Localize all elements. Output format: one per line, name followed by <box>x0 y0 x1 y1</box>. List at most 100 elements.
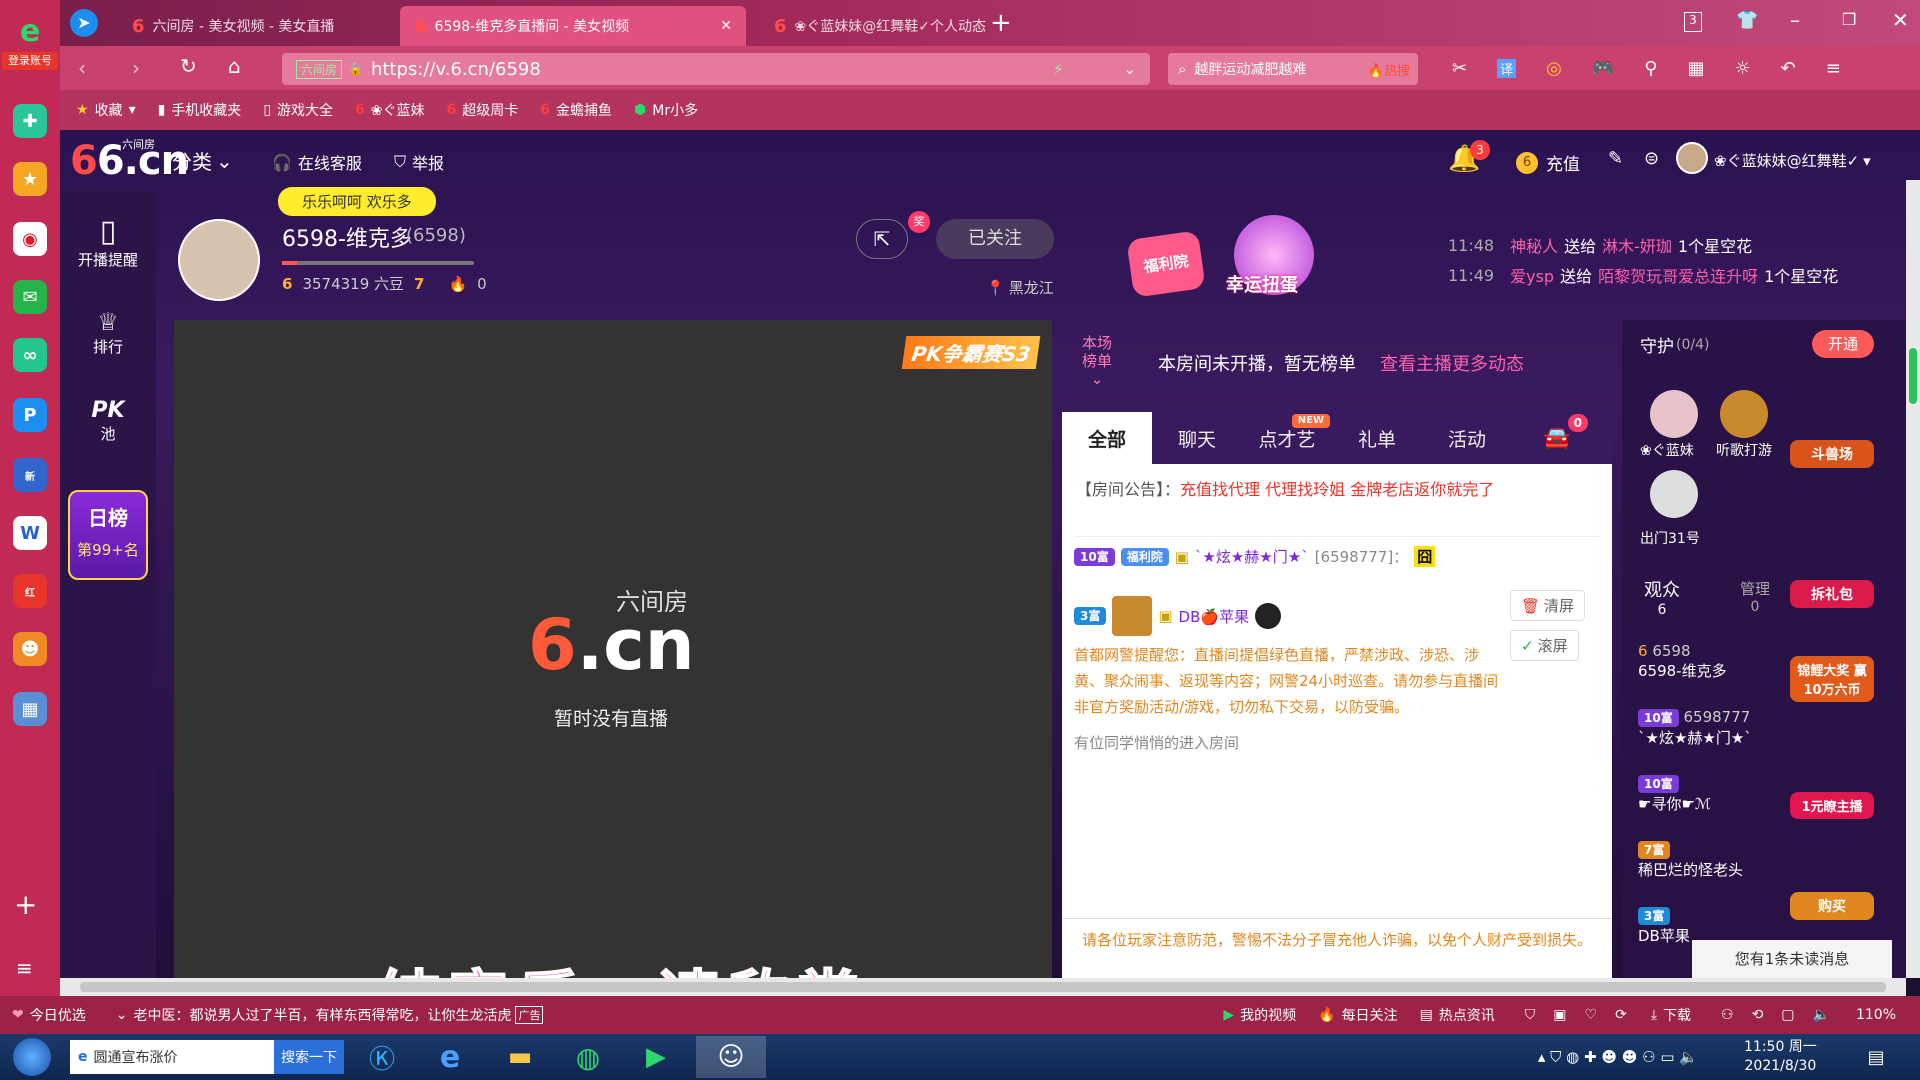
tab-room-6598[interactable]: 6 6598-维克多直播间 - 美女视频 ✕ <box>400 6 746 46</box>
video-player[interactable]: PK争霸赛S3 6.cn 六间房 暂时没有直播 <box>174 320 1052 978</box>
home-icon[interactable]: ⌂ <box>228 54 241 78</box>
guard-avatar[interactable] <box>1650 470 1698 518</box>
my-video-link[interactable]: 我的视频 <box>1240 1005 1296 1025</box>
service-link[interactable]: 🎧 在线客服 <box>272 150 362 174</box>
bookmark-fishing[interactable]: 6 金蟾捕鱼 <box>540 100 612 120</box>
follow-button[interactable]: 已关注 <box>936 219 1054 259</box>
refresh-icon[interactable]: ↻ <box>180 54 197 78</box>
taskbar-search-field[interactable]: e 圆通宣布涨价 <box>70 1040 274 1074</box>
active-app-icon[interactable]: ☺ <box>696 1036 766 1078</box>
browser-home-icon[interactable]: ➤ <box>70 9 98 37</box>
scroll-thumb[interactable] <box>1909 348 1917 404</box>
clear-screen-button[interactable]: 🗑 清屏 <box>1510 590 1586 621</box>
chat-user[interactable]: `★炫★赫★门★` <box>1195 546 1309 567</box>
gamepad-icon[interactable]: 🎮 <box>1592 58 1614 79</box>
vertical-scrollbar[interactable] <box>1906 180 1920 978</box>
recharge-link[interactable]: 6 充值 <box>1516 150 1580 175</box>
bookmark-games[interactable]: ▯ 游戏大全 <box>263 100 333 120</box>
360-browser-icon[interactable]: ◍ <box>558 1036 618 1078</box>
viewer-item[interactable]: 10富 6598777 `★炫★赫★门★` <box>1638 708 1752 748</box>
koi-promo[interactable]: 锦鲤大奖 赢10万六币 <box>1790 656 1874 702</box>
translate-icon[interactable]: 译 <box>1497 59 1517 78</box>
new-tab-icon[interactable]: + <box>990 8 1012 38</box>
xiaohongshu-icon[interactable]: 红 <box>13 574 47 608</box>
maximize-icon[interactable]: ❐ <box>1842 10 1856 29</box>
system-clock[interactable]: 11:50 周一 2021/8/30 <box>1744 1038 1817 1076</box>
cloud-icon[interactable]: ∞ <box>13 338 47 372</box>
tab-liujianfang[interactable]: 6 六间房 - 美女视频 - 美女直播 <box>118 6 388 46</box>
speed-icon[interactable]: ⚡ <box>1053 60 1064 78</box>
manage-tab[interactable]: 管理 0 <box>1740 578 1770 615</box>
find-icon[interactable]: ⚲ <box>1644 58 1657 79</box>
user-avatar[interactable] <box>1676 142 1708 174</box>
rank-strip-label[interactable]: 本场 榜单 ⌄ <box>1082 334 1112 388</box>
search-field[interactable]: ⌕ 越胖运动减肥越难 🔥热搜 <box>1168 53 1418 85</box>
news-app-icon[interactable]: 新 <box>13 458 47 492</box>
forward-icon[interactable]: › <box>132 56 140 80</box>
back-icon[interactable]: ‹ <box>78 56 86 80</box>
guard-avatar[interactable] <box>1650 390 1698 438</box>
tab-gift-list[interactable]: 礼单 <box>1332 412 1422 464</box>
gift-pack-promo[interactable]: 拆礼包 <box>1790 580 1874 608</box>
welfare-button[interactable]: 福利院 <box>1126 230 1206 298</box>
taskbar-search-button[interactable]: 搜索一下 <box>274 1040 344 1074</box>
window-close-icon[interactable]: ✕ <box>1892 8 1909 32</box>
message-icon[interactable]: ⊜ <box>1644 148 1659 169</box>
plugin-icon[interactable]: ✚ <box>13 104 47 138</box>
one-yuan-promo[interactable]: 1元瞭主播 <box>1790 792 1874 819</box>
bookmark-mrxiaoduo[interactable]: ⬢ Mr小多 <box>634 100 698 120</box>
pk-season-banner[interactable]: PK争霸赛S3 <box>901 336 1041 369</box>
skin-icon[interactable]: 👕 <box>1736 10 1758 31</box>
p-app-icon[interactable]: P <box>13 398 47 432</box>
buy-promo[interactable]: 购买 <box>1790 892 1874 920</box>
grid-icon[interactable]: ▦ <box>1687 58 1704 79</box>
daily-follow-link[interactable]: 每日关注 <box>1342 1005 1398 1025</box>
today-picks[interactable]: 今日优选 <box>30 1005 86 1025</box>
remind-button[interactable]: ▯ 开播提醒 <box>60 214 156 270</box>
word-icon[interactable]: W <box>13 516 47 550</box>
chevron-down-icon[interactable]: ⌄ <box>1123 60 1136 78</box>
weibo-icon[interactable]: ◉ <box>13 222 47 256</box>
explorer-icon[interactable]: ▬ <box>490 1036 550 1078</box>
rank-button[interactable]: ♕ 排行 <box>60 308 156 357</box>
undo-icon[interactable]: ↶ <box>1781 58 1796 79</box>
news-ticker[interactable]: 老中医：都说男人过了半百，有样东西得常吃，让你生龙活虎 <box>133 1005 511 1025</box>
tab-car[interactable]: 🚘 0 <box>1512 412 1602 464</box>
guard-avatar[interactable] <box>1720 390 1768 438</box>
mail-icon[interactable]: ✉ <box>13 280 47 314</box>
bookmark-favorites[interactable]: ★ 收藏 ▾ <box>76 100 136 120</box>
arena-promo[interactable]: 斗兽场 <box>1790 440 1874 468</box>
edit-icon[interactable]: ✎ <box>1608 148 1623 169</box>
scroll-lock-button[interactable]: ✓ 滚屏 <box>1510 630 1579 661</box>
hot-news-link[interactable]: 热点资讯 <box>1439 1005 1495 1025</box>
host-avatar[interactable] <box>178 219 260 301</box>
tab-chat[interactable]: 聊天 <box>1152 412 1242 464</box>
status-tool-icons[interactable]: ⛉▣♡⟳ <box>1525 1007 1645 1023</box>
favorites-icon[interactable]: ★ <box>13 162 47 196</box>
scissors-icon[interactable]: ✂ <box>1452 58 1467 79</box>
browser-logo-icon[interactable]: e <box>6 14 54 49</box>
brightness-icon[interactable]: ☼ <box>1734 58 1750 79</box>
rank-strip-link[interactable]: 查看主播更多动态 <box>1380 350 1524 376</box>
bookmark-mobile[interactable]: ▮ 手机收藏夹 <box>158 100 242 120</box>
audience-tab[interactable]: 观众 6 <box>1644 576 1680 618</box>
game-icon[interactable]: ☻ <box>13 632 47 666</box>
k-app-icon[interactable]: Ⓚ <box>352 1036 412 1078</box>
zoom-level[interactable]: 110% <box>1856 1007 1896 1023</box>
coin-icon[interactable]: ◎ <box>1546 58 1562 79</box>
bookmark-lanmei[interactable]: 6 ❀ぐ蓝妹 <box>355 100 424 120</box>
pk-pool-button[interactable]: PK 池 <box>60 398 156 444</box>
login-button[interactable]: 登录账号 <box>2 52 58 70</box>
tab-activity[interactable]: 活动 <box>1422 412 1512 464</box>
download-link[interactable]: 下载 <box>1663 1005 1691 1025</box>
add-icon[interactable]: + <box>14 888 37 921</box>
open-guard-button[interactable]: 开通 <box>1812 330 1874 358</box>
user-menu[interactable]: ❀ぐ蓝妹妹@红舞鞋✓ ▾ <box>1714 150 1871 171</box>
minimize-icon[interactable]: – <box>1790 8 1800 32</box>
video-player-icon[interactable]: ▶ <box>626 1036 686 1078</box>
tab-all[interactable]: 全部 <box>1062 412 1152 464</box>
viewer-item[interactable]: 10富 ☛寻你☛ℳ <box>1638 774 1711 814</box>
close-icon[interactable]: ✕ <box>720 18 732 34</box>
report-link[interactable]: ⛉ 举报 <box>394 150 444 174</box>
browser-menu-icon[interactable]: ≡ <box>1826 58 1841 79</box>
